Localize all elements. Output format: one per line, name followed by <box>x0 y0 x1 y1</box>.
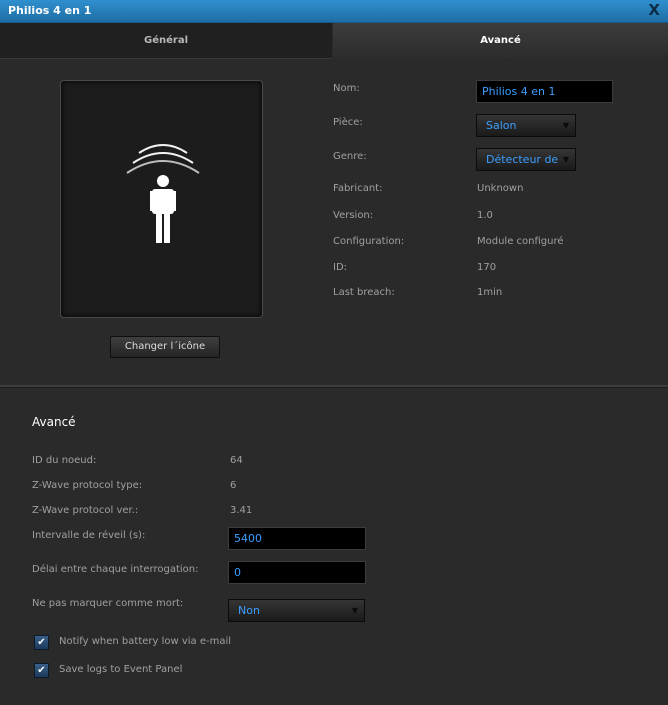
mark-dead-select-value: Non <box>238 604 260 617</box>
notify-battery-checkbox[interactable]: ✔ <box>34 635 49 650</box>
chevron-down-icon: ▼ <box>351 606 358 615</box>
room-select-value: Salon <box>486 119 517 132</box>
protocol-type-value: 6 <box>230 480 237 491</box>
window-titlebar: Philios 4 en 1 X <box>0 0 668 23</box>
window-title: Philios 4 en 1 <box>8 4 92 17</box>
id-value: 170 <box>477 262 497 273</box>
tab-advanced[interactable]: Avancé <box>333 23 668 58</box>
type-select-value: Détecteur de <box>486 153 559 166</box>
protocol-ver-value: 3.41 <box>230 505 253 516</box>
type-select[interactable]: Détecteur de ▼ <box>476 148 576 171</box>
mark-dead-select[interactable]: Non ▼ <box>228 599 365 622</box>
name-label: Nom: <box>333 83 360 94</box>
section-divider <box>0 385 668 388</box>
node-id-value: 64 <box>230 455 243 466</box>
configuration-value: Module configuré <box>477 236 564 247</box>
tab-bar: Général Avancé <box>0 23 668 59</box>
chevron-down-icon: ▼ <box>562 121 569 130</box>
device-icon-frame <box>60 80 263 318</box>
node-id-label: ID du noeud: <box>32 455 97 466</box>
checkmark-icon: ✔ <box>37 637 46 648</box>
advanced-section-title: Avancé <box>32 415 76 429</box>
protocol-type-label: Z-Wave protocol type: <box>32 480 143 491</box>
checkmark-icon: ✔ <box>37 665 46 676</box>
motion-sensor-person-icon <box>126 144 200 243</box>
save-logs-checkbox[interactable]: ✔ <box>34 663 49 678</box>
change-icon-button[interactable]: Changer l´icône <box>110 336 220 358</box>
notify-battery-label: Notify when battery low via e-mail <box>59 636 232 647</box>
wakeup-interval-field[interactable]: 5400 <box>228 527 366 550</box>
last-breach-value: 1min <box>477 287 503 298</box>
manufacturer-label: Fabricant: <box>333 183 383 194</box>
tab-general[interactable]: Général <box>0 23 332 59</box>
type-label: Genre: <box>333 151 367 162</box>
last-breach-label: Last breach: <box>333 287 395 298</box>
protocol-ver-label: Z-Wave protocol ver.: <box>32 505 139 516</box>
save-logs-label: Save logs to Event Panel <box>59 664 183 675</box>
version-label: Version: <box>333 210 374 221</box>
name-field[interactable]: Philios 4 en 1 <box>476 80 613 103</box>
manufacturer-value: Unknown <box>477 183 524 194</box>
close-icon[interactable]: X <box>648 1 660 19</box>
mark-dead-label: Ne pas marquer comme mort: <box>32 598 184 609</box>
chevron-down-icon: ▼ <box>562 155 569 164</box>
poll-delay-label: Délai entre chaque interrogation: <box>32 564 199 575</box>
poll-delay-field[interactable]: 0 <box>228 561 366 584</box>
room-label: Pièce: <box>333 117 363 128</box>
wakeup-interval-label: Intervalle de réveil (s): <box>32 530 146 541</box>
version-value: 1.0 <box>477 210 493 221</box>
id-label: ID: <box>333 262 348 273</box>
room-select[interactable]: Salon ▼ <box>476 114 576 137</box>
configuration-label: Configuration: <box>333 236 405 247</box>
